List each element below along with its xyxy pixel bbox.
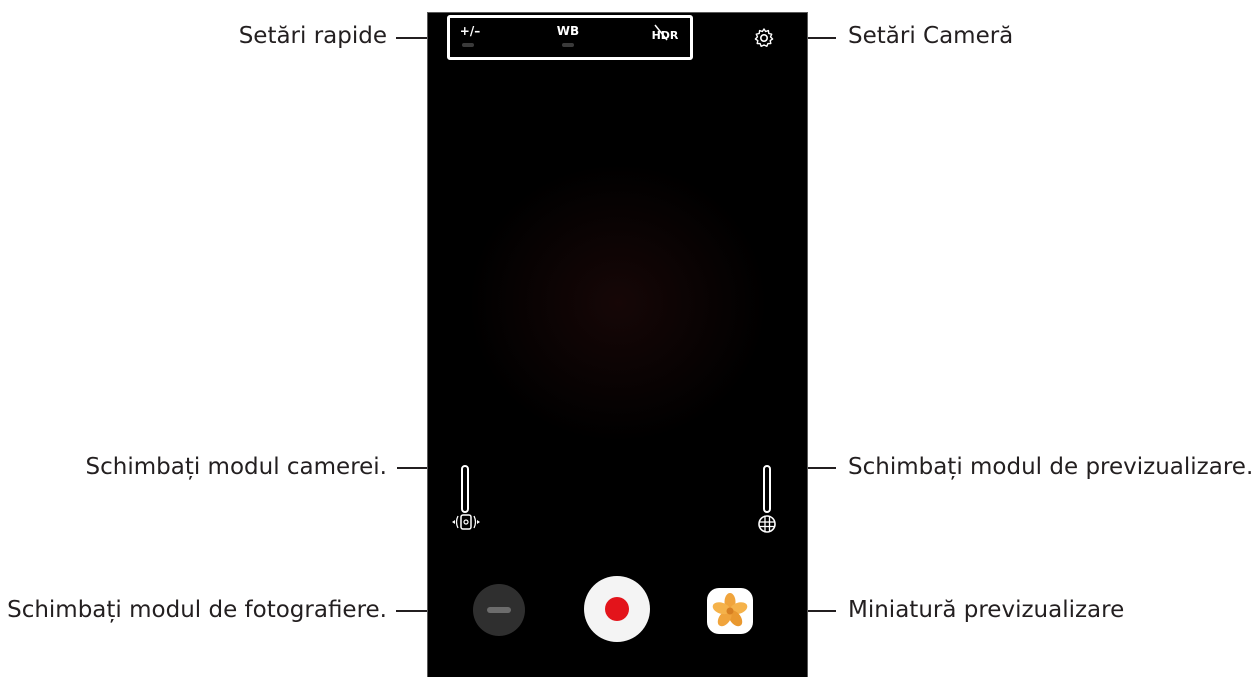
label-switch-camera: Schimbați modul camerei. [85,454,387,480]
preview-thumbnail-button[interactable] [707,588,753,634]
white-balance-button[interactable]: WB [554,24,582,38]
label-shooting-mode: Schimbați modul de fotografiere. [7,597,387,623]
label-camera-settings: Setări Cameră [848,23,1014,49]
mode-label-blurred [487,607,511,613]
viewfinder-scene [468,163,768,443]
gear-icon[interactable] [753,27,775,49]
switch-camera-highlight [461,465,469,513]
label-preview-mode: Schimbați modul de previzualizare. [848,454,1254,480]
preview-mode-highlight [763,465,771,513]
record-dot [605,597,629,621]
exposure-indicator [462,43,474,47]
switch-camera-icon[interactable] [451,513,481,531]
shooting-mode-button[interactable] [473,584,525,636]
flower-icon [712,593,748,627]
label-quick-settings: Setări rapide [238,23,387,49]
hdr-off-slash-icon [654,24,668,41]
record-button[interactable] [584,576,650,642]
globe-grid-icon[interactable] [757,514,777,534]
white-balance-indicator [562,43,574,47]
label-preview-thumbnail: Miniatură previzualizare [848,597,1125,623]
exposure-button[interactable]: +/– [456,24,484,38]
